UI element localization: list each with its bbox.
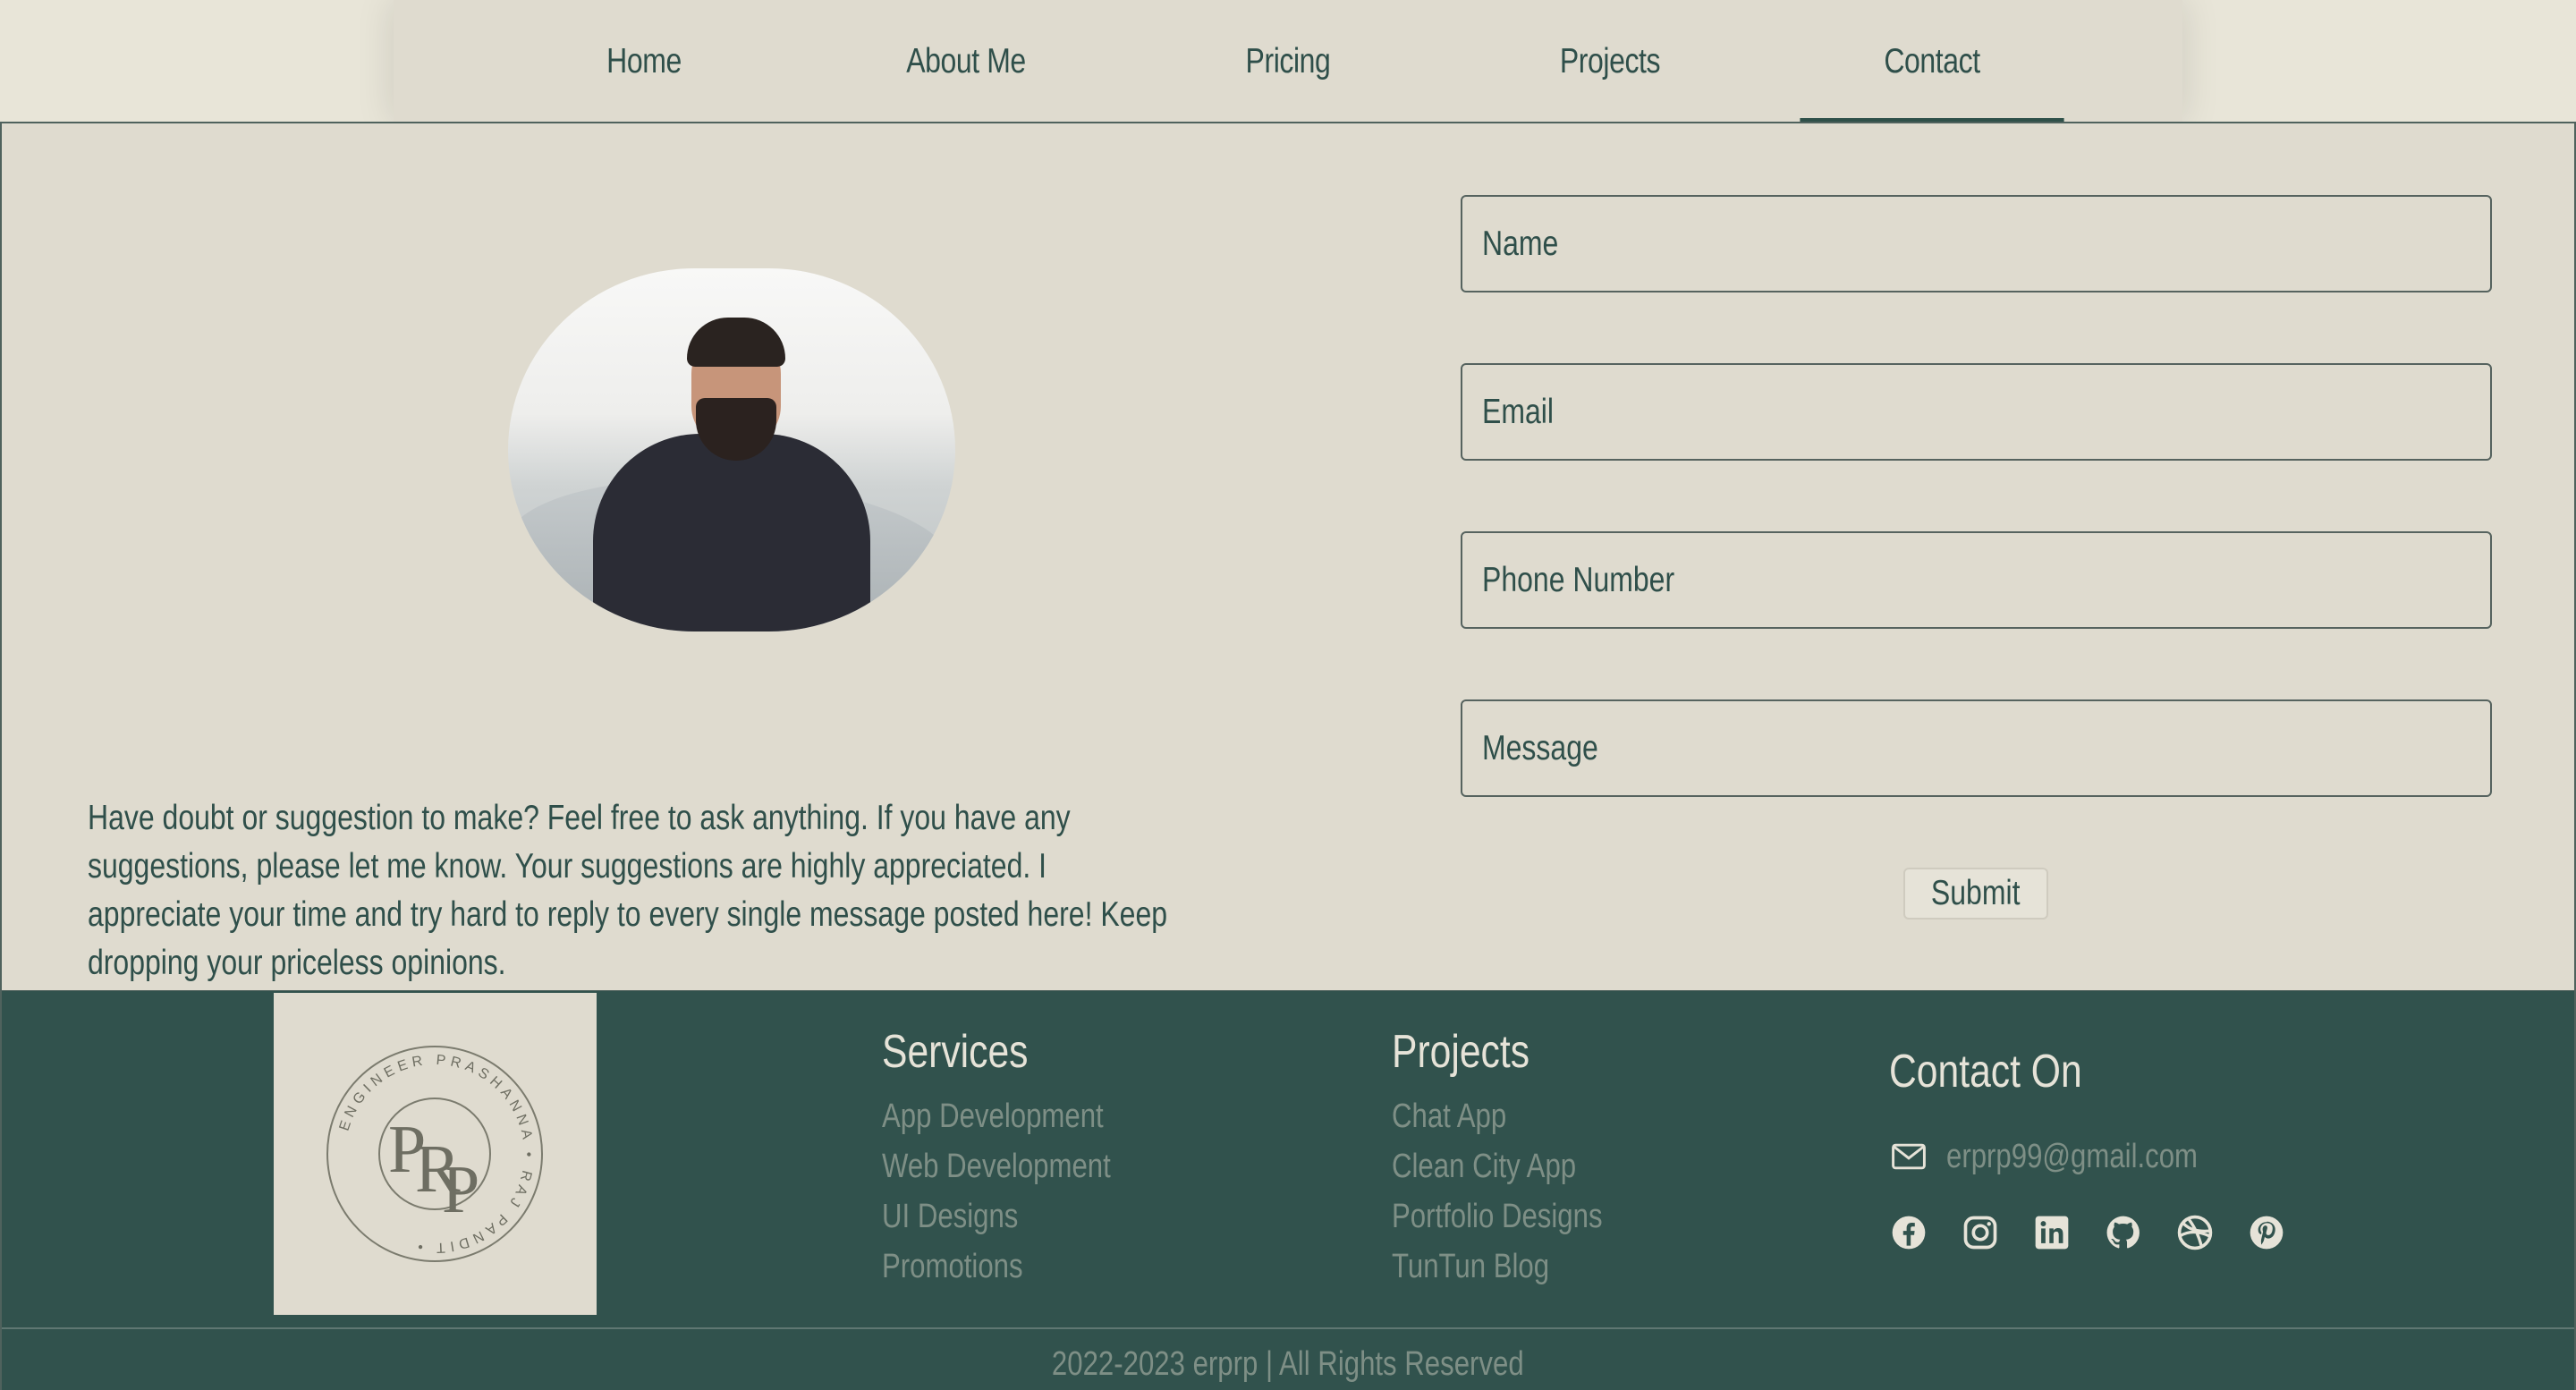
facebook-icon[interactable] bbox=[1889, 1213, 1928, 1252]
email-placeholder: Email bbox=[1482, 392, 1554, 431]
email-link[interactable]: erprp99@gmail.com bbox=[1889, 1130, 2253, 1183]
dribbble-icon[interactable] bbox=[2175, 1213, 2215, 1252]
project-link[interactable]: Chat App bbox=[1392, 1091, 1603, 1141]
top-bar: Home About Me Pricing Projects Contact bbox=[0, 0, 2576, 123]
main-nav: Home About Me Pricing Projects Contact bbox=[394, 0, 2182, 123]
services-title: Services bbox=[882, 1026, 1029, 1078]
phone-number-field[interactable]: Phone Number bbox=[1461, 531, 2492, 629]
services-column: Services App Development Web Development… bbox=[882, 1025, 1161, 1292]
site-footer: ENGINEER PRASHANNA • RAJ PANDIT • P R P … bbox=[0, 991, 2576, 1390]
phone-placeholder: Phone Number bbox=[1482, 560, 1675, 599]
submit-button[interactable]: Submit bbox=[1903, 868, 2048, 920]
project-link[interactable]: TunTun Blog bbox=[1392, 1242, 1603, 1292]
service-link[interactable]: Promotions bbox=[882, 1242, 1111, 1292]
nav-contact[interactable]: Contact bbox=[1800, 0, 2064, 123]
project-link[interactable]: Portfolio Designs bbox=[1392, 1191, 1603, 1242]
projects-title: Projects bbox=[1392, 1026, 1530, 1078]
message-field[interactable]: Message bbox=[1461, 699, 2492, 797]
nav-pricing[interactable]: Pricing bbox=[1156, 0, 1419, 123]
linkedin-icon[interactable] bbox=[2032, 1213, 2072, 1252]
nav-home[interactable]: Home bbox=[512, 0, 775, 123]
project-link[interactable]: Clean City App bbox=[1392, 1141, 1603, 1191]
projects-column: Projects Chat App Clean City App Portfol… bbox=[1392, 1025, 1648, 1292]
pinterest-icon[interactable] bbox=[2247, 1213, 2286, 1252]
copyright-label: 2022-2023 erprp | All Rights Reserved bbox=[1052, 1345, 1524, 1383]
github-icon[interactable] bbox=[2104, 1213, 2143, 1252]
name-field[interactable]: Name bbox=[1461, 195, 2492, 292]
contact-section: Have doubt or suggestion to make? Feel f… bbox=[0, 122, 2576, 992]
footer-divider bbox=[2, 1327, 2574, 1329]
submit-label: Submit bbox=[1931, 874, 2021, 912]
service-link[interactable]: App Development bbox=[882, 1091, 1111, 1141]
contact-on-title: Contact On bbox=[1889, 1046, 2082, 1098]
nav-about-me[interactable]: About Me bbox=[834, 0, 1097, 123]
profile-photo bbox=[508, 268, 955, 631]
social-links bbox=[1889, 1213, 2286, 1252]
brand-logo[interactable]: ENGINEER PRASHANNA • RAJ PANDIT • P R P bbox=[274, 993, 597, 1315]
service-link[interactable]: Web Development bbox=[882, 1141, 1111, 1191]
mail-icon bbox=[1892, 1143, 1926, 1170]
email-text: erprp99@gmail.com bbox=[1946, 1137, 2199, 1175]
logo-emblem-icon: ENGINEER PRASHANNA • RAJ PANDIT • P R P bbox=[326, 1046, 543, 1262]
svg-text:P: P bbox=[442, 1152, 479, 1227]
contact-intro-text: Have doubt or suggestion to make? Feel f… bbox=[88, 799, 1168, 982]
name-placeholder: Name bbox=[1482, 224, 1559, 263]
copyright-text: 2022-2023 erprp | All Rights Reserved bbox=[2, 1345, 2574, 1384]
message-placeholder: Message bbox=[1482, 728, 1598, 767]
email-field[interactable]: Email bbox=[1461, 363, 2492, 461]
nav-projects[interactable]: Projects bbox=[1478, 0, 1741, 123]
instagram-icon[interactable] bbox=[1961, 1213, 2000, 1252]
service-link[interactable]: UI Designs bbox=[882, 1191, 1111, 1242]
